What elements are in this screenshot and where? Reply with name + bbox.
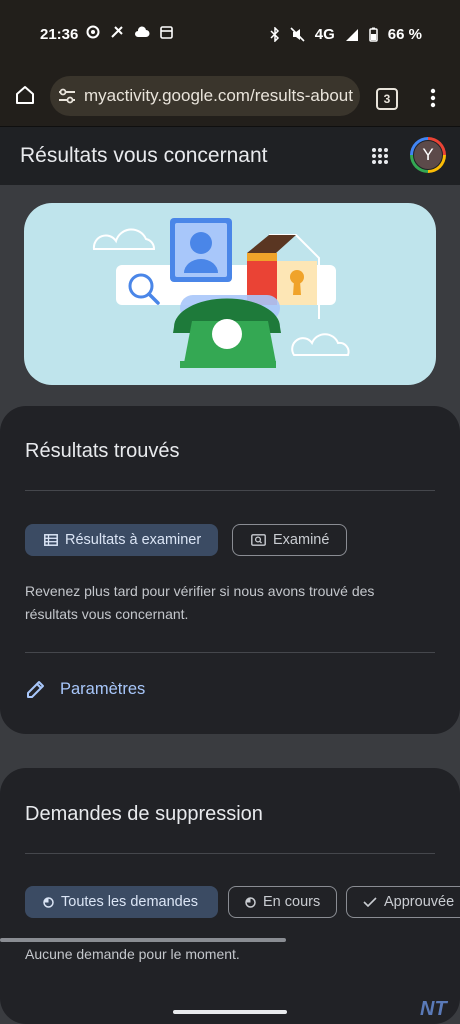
page-title: Résultats vous concernant [20,144,268,167]
apps-button[interactable] [371,147,389,170]
battery-icon [369,27,378,42]
pie-progress-icon [43,896,54,908]
account-avatar[interactable]: Y [410,137,446,173]
battery-level: 66 % [387,26,422,43]
mute-icon [290,27,305,42]
signal-icon [345,28,358,41]
chip-reviewed-label: Examiné [273,532,330,548]
removal-empty-message: Aucune demande pour le moment. [25,946,240,962]
hero-graphic [92,218,350,368]
watermark-logo: NT [420,998,447,1020]
chip-in-progress-label: En cours [263,894,321,910]
tab-switcher-button[interactable]: 3 [376,88,398,110]
check-icon [363,897,377,907]
settings-label: Paramètres [60,679,146,698]
results-found-card: Résultats trouvés Résultats à examiner E… [0,406,460,734]
chip-results-to-review-label: Résultats à examiner [65,532,202,548]
app-header: Résultats vous concernant Y [0,126,460,185]
chip-all-requests-label: Toutes les demandes [61,894,199,910]
removal-requests-card: Demandes de suppression Toutes les deman… [0,768,460,1024]
calendar-icon [160,25,173,39]
status-right: 4G 66 % [270,26,422,43]
chip-approved[interactable]: Approuvée [346,886,460,918]
tools-icon [111,26,123,38]
chip-all-requests[interactable]: Toutes les demandes [25,886,219,918]
hero-illustration [24,203,436,385]
chip-reviewed[interactable]: Examiné [232,524,348,556]
removal-requests-title: Demandes de suppression [25,803,263,825]
chip-results-to-review[interactable]: Résultats à examiner [25,524,219,556]
sync-icon [86,25,100,39]
divider [25,490,435,491]
results-found-title: Résultats trouvés [25,440,180,462]
bluetooth-icon [270,27,279,42]
results-empty-message: Revenez plus tard pour vérifier si nous … [25,583,375,622]
browser-toolbar: myactivity.google.com/results-about 3 [0,66,460,126]
avatar-letter: Y [413,140,443,170]
pencil-icon [25,678,47,700]
cloud-icon [135,26,150,37]
url-text: myactivity.google.com/results-about [84,86,353,105]
list-icon [44,534,58,546]
address-bar[interactable]: myactivity.google.com/results-about [50,76,360,116]
home-icon [16,86,34,104]
overflow-menu-button[interactable] [430,88,436,113]
site-settings-icon[interactable] [58,88,76,104]
divider [25,652,435,653]
chip-approved-label: Approuvée [384,894,455,910]
gesture-bar[interactable] [173,1010,287,1014]
apps-grid-icon [372,148,388,164]
more-vert-icon [430,88,436,108]
horizontal-scrollbar[interactable] [0,938,286,942]
settings-link[interactable]: Paramètres [25,678,145,700]
status-bar: 21:36 4G 66 % [0,0,460,66]
network-type: 4G [314,26,335,43]
status-time: 21:36 [40,26,79,43]
chip-in-progress[interactable]: En cours [228,886,338,918]
search-page-icon [251,534,266,546]
status-left-icons [86,25,173,39]
pie-progress-icon [245,896,256,908]
divider [25,853,435,854]
home-button[interactable] [14,84,36,111]
